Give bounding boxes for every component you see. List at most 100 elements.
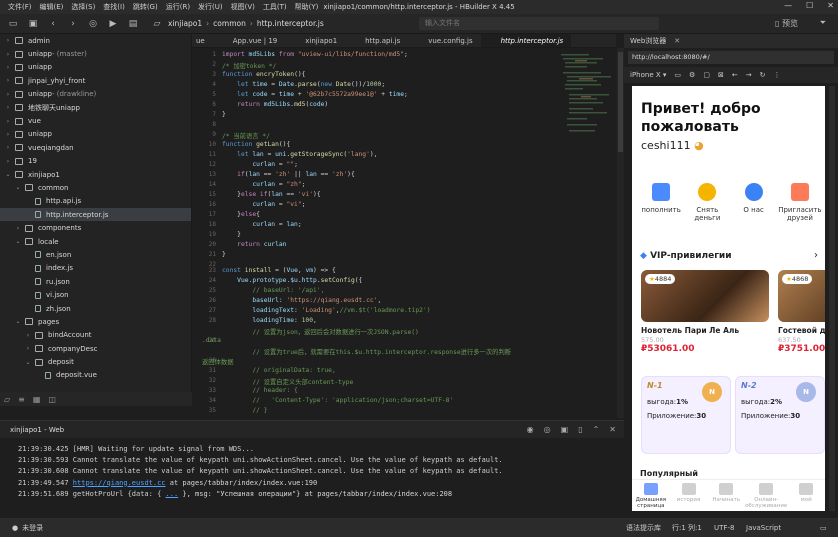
tree-item[interactable]: › components [0, 221, 191, 234]
grid-icon[interactable]: ▦ [33, 395, 41, 404]
menu-edit[interactable]: 编辑(E) [40, 2, 64, 12]
device-select[interactable]: iPhone X ▾ [630, 71, 666, 79]
console-tab[interactable]: xinjiapo1 - Web [0, 426, 74, 434]
tab-support[interactable]: Онлайн-обслуживание [745, 480, 787, 511]
plugin-icon[interactable]: ◫ [48, 395, 56, 404]
tab-app-vue[interactable]: App.vue | 19 [213, 34, 286, 47]
tree-item[interactable]: › admin [0, 34, 191, 47]
close-web-tab-icon[interactable]: ✕ [674, 37, 680, 45]
hotel-card[interactable]: ★4884 Новотель Пари Ле Аль 575.00 ₽53061… [641, 270, 769, 358]
menu-tools[interactable]: 工具(T) [263, 2, 287, 12]
menu-goto[interactable]: 跳转(G) [133, 2, 158, 12]
tree-item[interactable]: index.js [0, 262, 191, 275]
encoding[interactable]: UTF-8 [714, 524, 734, 532]
chevron-right-icon[interactable]: › [4, 91, 12, 98]
screenshot-icon[interactable]: ▭ [674, 71, 681, 79]
breadcrumb-folder[interactable]: common [213, 19, 246, 28]
tree-item[interactable]: ⌄ pages [0, 315, 191, 328]
tree-item[interactable]: ⌄ deposit [0, 355, 191, 368]
action-invite[interactable]: Пригласить друзей [777, 183, 823, 222]
tree-item[interactable]: ⌄ locale [0, 235, 191, 248]
action-withdraw[interactable]: Снять деньги [684, 183, 730, 222]
preview-toggle[interactable]: ▯ 预览 [775, 18, 798, 29]
tree-item[interactable]: http.api.js [0, 195, 191, 208]
tree-item[interactable]: vi.json [0, 288, 191, 301]
tree-item[interactable]: › bindAccount [0, 329, 191, 342]
chevron-right-icon[interactable]: › [4, 104, 12, 111]
menu-view[interactable]: 视图(V) [231, 2, 255, 12]
new-file-icon[interactable]: ▭ [6, 19, 20, 29]
vip-level-card[interactable]: N-1 N выгода:1% Приложение:30 [641, 376, 731, 454]
tree-item[interactable]: ⌄ xinjiapo1 [0, 168, 191, 181]
list-icon[interactable]: ≡ [18, 395, 25, 404]
console-link[interactable]: https://qiang.eusdt.cc [73, 479, 166, 487]
tab-vue-config[interactable]: vue.config.js [408, 34, 480, 47]
tab-history[interactable]: история [670, 480, 708, 511]
clear-icon[interactable]: ▣ [561, 425, 569, 434]
tree-item[interactable]: http.interceptor.js [0, 208, 191, 222]
folder-icon[interactable]: ▱ [150, 19, 164, 29]
hotel-card[interactable]: ★4868 Гостевой до 637.50 ₽3751.00 [778, 270, 825, 358]
tab-home[interactable]: Домашняя страница [632, 480, 670, 511]
editor-scroll-thumb[interactable] [618, 52, 623, 152]
stop-icon[interactable]: ◉ [527, 425, 534, 434]
vip-level-card[interactable]: N-2 N выгода:2% Приложение:30 [735, 376, 825, 454]
tree-item[interactable]: › uniapp [0, 128, 191, 141]
tab-vue[interactable]: ue [192, 34, 213, 47]
tree-item[interactable]: › companyDesc [0, 342, 191, 355]
browser-icon[interactable]: ◎ [86, 19, 100, 29]
chevron-down-icon[interactable]: ⌄ [14, 238, 22, 245]
back-icon[interactable]: ← [732, 71, 738, 79]
folder-icon[interactable]: ▱ [4, 395, 10, 404]
console-source[interactable]: }, msg: "Успешная операции"} at pages/ta… [178, 490, 452, 498]
code-editor[interactable]: 1 2 3 4 5 6 7 8 9 10 11 12 13 14 15 16 17 18 19 20 21 22 23 24 2… [192, 48, 616, 418]
menu-select[interactable]: 选择(S) [71, 2, 95, 12]
tab-xinjiapo1[interactable]: xinjiapo1 [285, 34, 345, 47]
syntax-hint[interactable]: 语法提示库 [626, 523, 661, 533]
menu-find[interactable]: 查找(I) [103, 2, 125, 12]
action-about[interactable]: О нас [731, 183, 777, 222]
chevron-down-icon[interactable]: ⌄ [4, 171, 12, 178]
tree-item[interactable]: zh.json [0, 302, 191, 315]
tree-item[interactable]: › uniapp - (master) [0, 47, 191, 60]
run-icon[interactable]: ▶ [106, 19, 120, 29]
more-icon[interactable]: ⋮ [773, 71, 780, 79]
file-search-input[interactable]: 输入文件名 [419, 17, 659, 30]
menu-run[interactable]: 运行(R) [166, 2, 190, 12]
menu-help[interactable]: 帮助(Y) [295, 2, 319, 12]
tree-item[interactable]: en.json [0, 248, 191, 261]
notification-icon[interactable]: ▭ [820, 524, 827, 532]
rotate-icon[interactable]: ▢ [703, 71, 710, 79]
chevron-right-icon[interactable]: › [4, 118, 12, 125]
chevron-right-icon[interactable]: › [4, 51, 12, 58]
console-source[interactable]: at pages/tabbar/index/index.vue:190 [166, 479, 318, 487]
filter-icon[interactable]: ⏷ [820, 18, 826, 28]
tree-item[interactable]: deposit.vue [0, 369, 191, 382]
tab-http-api[interactable]: http.api.js [345, 34, 408, 47]
chevron-right-icon[interactable]: › [14, 225, 22, 232]
chevron-right-icon[interactable]: › [4, 131, 12, 138]
menu-file[interactable]: 文件(F) [8, 2, 32, 12]
restart-icon[interactable]: ◎ [544, 425, 551, 434]
minimap[interactable] [555, 48, 616, 418]
collapse-icon[interactable]: ⌃ [593, 425, 600, 434]
tree-item[interactable]: ⌄ common [0, 181, 191, 194]
tree-item[interactable]: › vueqiangdan [0, 141, 191, 154]
maximize-icon[interactable]: ☐ [806, 1, 813, 10]
chevron-right-icon[interactable]: › [24, 345, 32, 352]
tree-item[interactable]: ru.json [0, 275, 191, 288]
cursor-position[interactable]: 行:1 列:1 [672, 523, 702, 533]
terminal-icon[interactable]: ▤ [126, 19, 140, 29]
language-mode[interactable]: JavaScript [746, 524, 781, 532]
chevron-right-icon[interactable]: › [4, 77, 12, 84]
menu-publish[interactable]: 发行(U) [198, 2, 223, 12]
chevron-down-icon[interactable]: ⌄ [24, 359, 32, 366]
close-icon[interactable]: ✕ [827, 1, 834, 10]
save-icon[interactable]: ▣ [26, 19, 40, 29]
url-input[interactable]: http://localhost:8080/#/ [628, 51, 834, 64]
minimize-icon[interactable]: — [784, 1, 792, 10]
back-icon[interactable]: ‹ [46, 19, 60, 29]
chevron-right-icon[interactable]: › [4, 64, 12, 71]
tab-profile[interactable]: мой [787, 480, 825, 511]
tree-item[interactable]: › uniapp [0, 61, 191, 74]
